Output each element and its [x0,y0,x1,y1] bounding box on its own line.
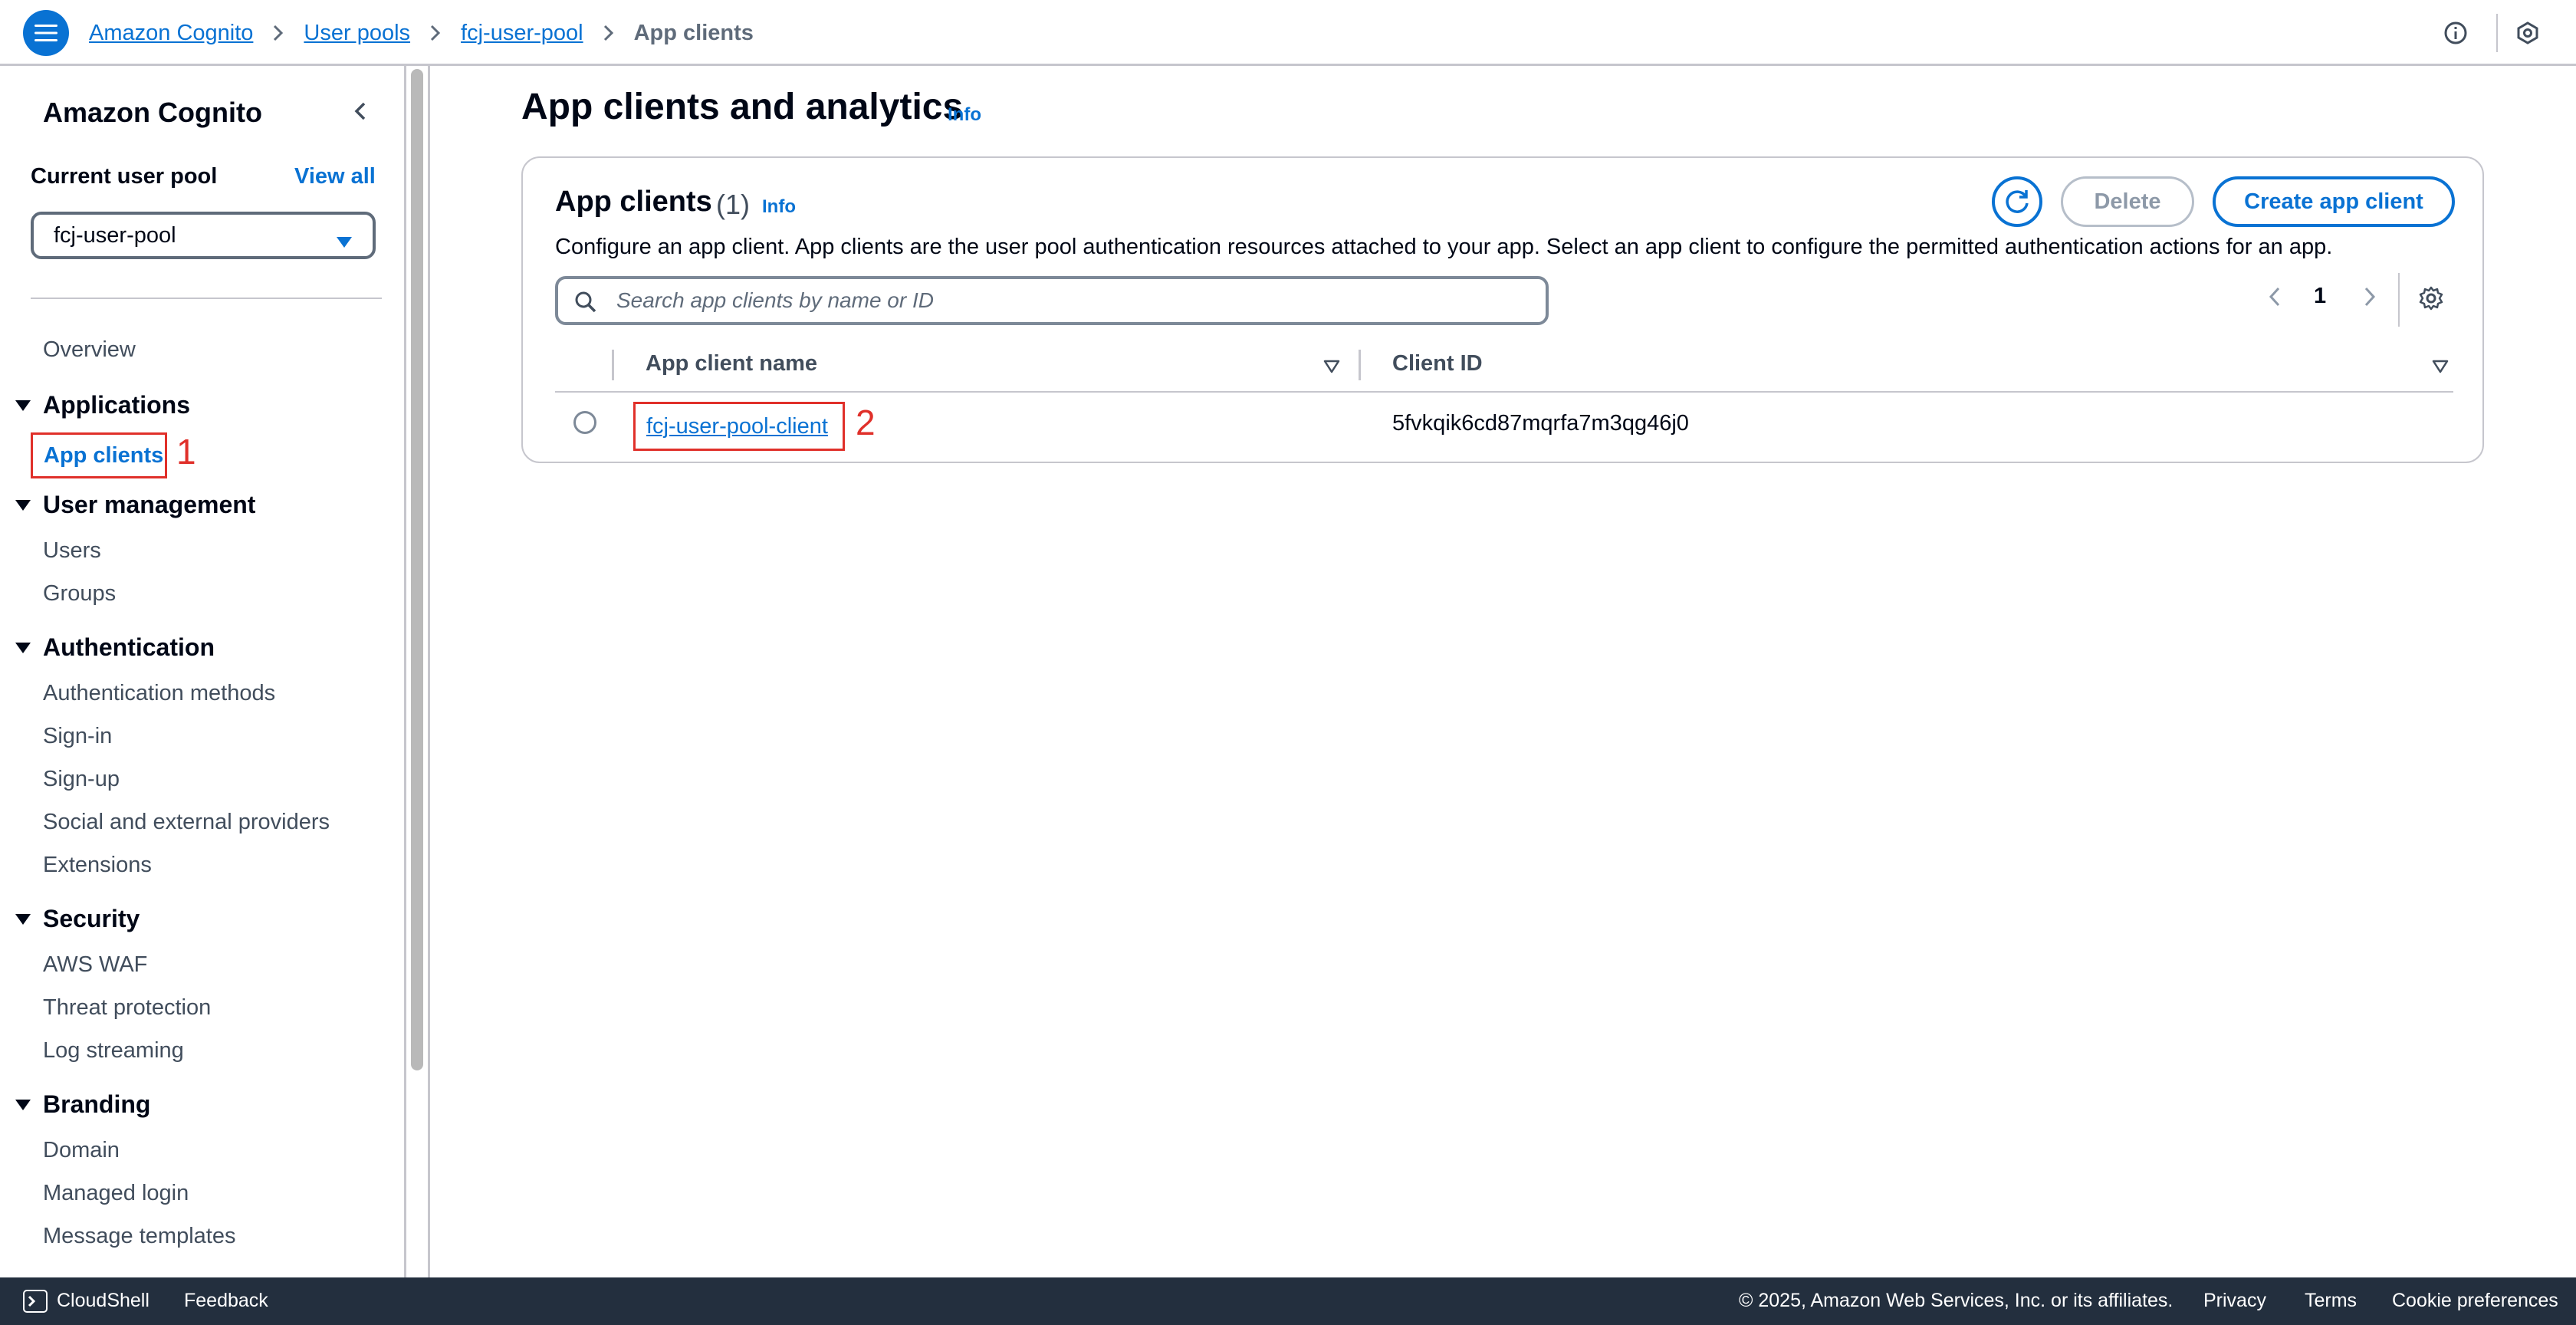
sidebar-item-app-clients[interactable]: App clients [31,432,167,478]
page-title: App clients and analytics [521,87,964,127]
cloudshell-icon[interactable] [23,1290,48,1313]
breadcrumb-current: App clients [633,20,754,45]
sidebar-section-applications[interactable]: Applications [15,391,190,419]
sidebar-item-managed-login[interactable]: Managed login [43,1181,189,1206]
create-app-client-button[interactable]: Create app client [2213,176,2455,227]
caret-down-icon [336,229,353,255]
sidebar-section-label: Branding [43,1090,151,1118]
sort-icon[interactable] [2432,354,2449,380]
content-divider [428,66,430,1277]
sidebar-divider [31,298,382,299]
sidebar-item-aws-waf[interactable]: AWS WAF [43,952,147,978]
client-id-value: 5fvkqik6cd87mqrfa7m3qg46j0 [1392,411,1689,436]
sidebar-item-groups[interactable]: Groups [43,581,116,607]
sidebar-section-label: Applications [43,391,191,419]
hexagon-settings-icon[interactable] [2513,18,2542,48]
sidebar-item-sign-in[interactable]: Sign-in [43,724,112,749]
app-clients-count: (1) [716,189,750,220]
sidebar-item-threat-protection[interactable]: Threat protection [43,995,211,1021]
delete-button[interactable]: Delete [2061,176,2194,227]
sidebar-item-overview[interactable]: Overview [43,337,136,363]
table-header-divider [555,391,2453,393]
breadcrumb-user-pool[interactable]: fcj-user-pool [461,21,583,46]
side-navigation: Amazon Cognito Current user pool View al… [0,66,406,1277]
refresh-icon [2006,190,2029,213]
caret-down-icon [15,913,31,925]
pager-divider [2398,273,2400,327]
annotation-number: 2 [856,403,876,442]
sidebar-section-authentication[interactable]: Authentication [15,633,215,662]
sidebar-item-domain[interactable]: Domain [43,1138,120,1163]
feedback-link[interactable]: Feedback [184,1290,268,1312]
app-clients-info-link[interactable]: Info [762,196,796,218]
cookie-preferences-link[interactable]: Cookie preferences [2392,1290,2558,1312]
sidebar-item-social-providers[interactable]: Social and external providers [43,810,330,835]
sidebar-section-label: User management [43,491,256,518]
sidebar-scrollbar[interactable] [411,69,423,1070]
view-all-link[interactable]: View all [294,164,376,189]
sidebar-item-message-templates[interactable]: Message templates [43,1224,235,1249]
page-info-link[interactable]: Info [948,104,981,126]
sidebar-section-user-management[interactable]: User management [15,491,255,519]
copyright-text: © 2025, Amazon Web Services, Inc. or its… [1739,1290,2174,1311]
app-clients-description: Configure an app client. App clients are… [555,235,2333,259]
footer: CloudShell Feedback © 2025, Amazon Web S… [0,1277,2576,1325]
app-client-name-link[interactable]: fcj-user-pool-client [633,402,845,451]
chevron-right-icon [273,25,284,41]
sidebar-section-branding[interactable]: Branding [15,1090,150,1119]
sidebar-item-extensions[interactable]: Extensions [43,853,152,878]
refresh-button[interactable] [1992,176,2042,227]
caret-down-icon [15,1099,31,1110]
user-pool-select-value: fcj-user-pool [54,222,176,248]
breadcrumb-amazon-cognito[interactable]: Amazon Cognito [89,21,253,46]
sidebar-title: Amazon Cognito [43,97,262,128]
caret-down-icon [15,399,31,411]
gear-icon[interactable] [2418,285,2444,317]
sidebar-section-security[interactable]: Security [15,905,140,933]
app-clients-heading: App clients [555,186,712,218]
privacy-link[interactable]: Privacy [2203,1290,2266,1312]
chevron-right-icon [430,25,441,41]
sidebar-item-log-streaming[interactable]: Log streaming [43,1038,184,1064]
app-clients-container: App clients (1) Info Configure an app cl… [521,156,2484,463]
chevron-left-icon[interactable] [350,100,373,123]
terms-link[interactable]: Terms [2305,1290,2357,1312]
menu-icon[interactable] [23,10,69,56]
sidebar-item-users[interactable]: Users [43,538,101,564]
row-radio-button[interactable] [573,411,596,434]
chevron-left-icon[interactable] [2266,285,2285,314]
search-icon [573,290,598,320]
column-header-app-client-name[interactable]: App client name [646,351,817,376]
chevron-right-icon[interactable] [2360,285,2378,314]
info-icon[interactable] [2441,18,2470,48]
caret-down-icon [15,499,31,511]
current-user-pool-label: Current user pool [31,164,218,189]
sidebar-section-label: Security [43,905,140,932]
chevron-right-icon [603,25,614,41]
topbar-divider [2496,14,2498,52]
column-header-client-id[interactable]: Client ID [1392,351,1483,376]
column-separator [1359,350,1361,380]
search-input[interactable]: Search app clients by name or ID [555,276,1549,325]
page-number[interactable]: 1 [2314,284,2326,309]
column-separator [612,350,614,380]
sidebar-item-authentication-methods[interactable]: Authentication methods [43,681,275,706]
breadcrumb-user-pools[interactable]: User pools [304,21,410,46]
top-navigation-bar: Amazon Cognito User pools fcj-user-pool … [0,0,2576,66]
sidebar-section-label: Authentication [43,633,215,661]
breadcrumb: Amazon Cognito User pools fcj-user-pool … [89,0,754,66]
caret-down-icon [15,642,31,653]
cloudshell-link[interactable]: CloudShell [57,1290,150,1312]
sidebar-item-sign-up[interactable]: Sign-up [43,767,120,792]
annotation-number: 1 [176,432,196,472]
search-placeholder: Search app clients by name or ID [616,288,934,312]
sort-icon[interactable] [1323,354,1340,380]
user-pool-select[interactable]: fcj-user-pool [31,212,376,259]
